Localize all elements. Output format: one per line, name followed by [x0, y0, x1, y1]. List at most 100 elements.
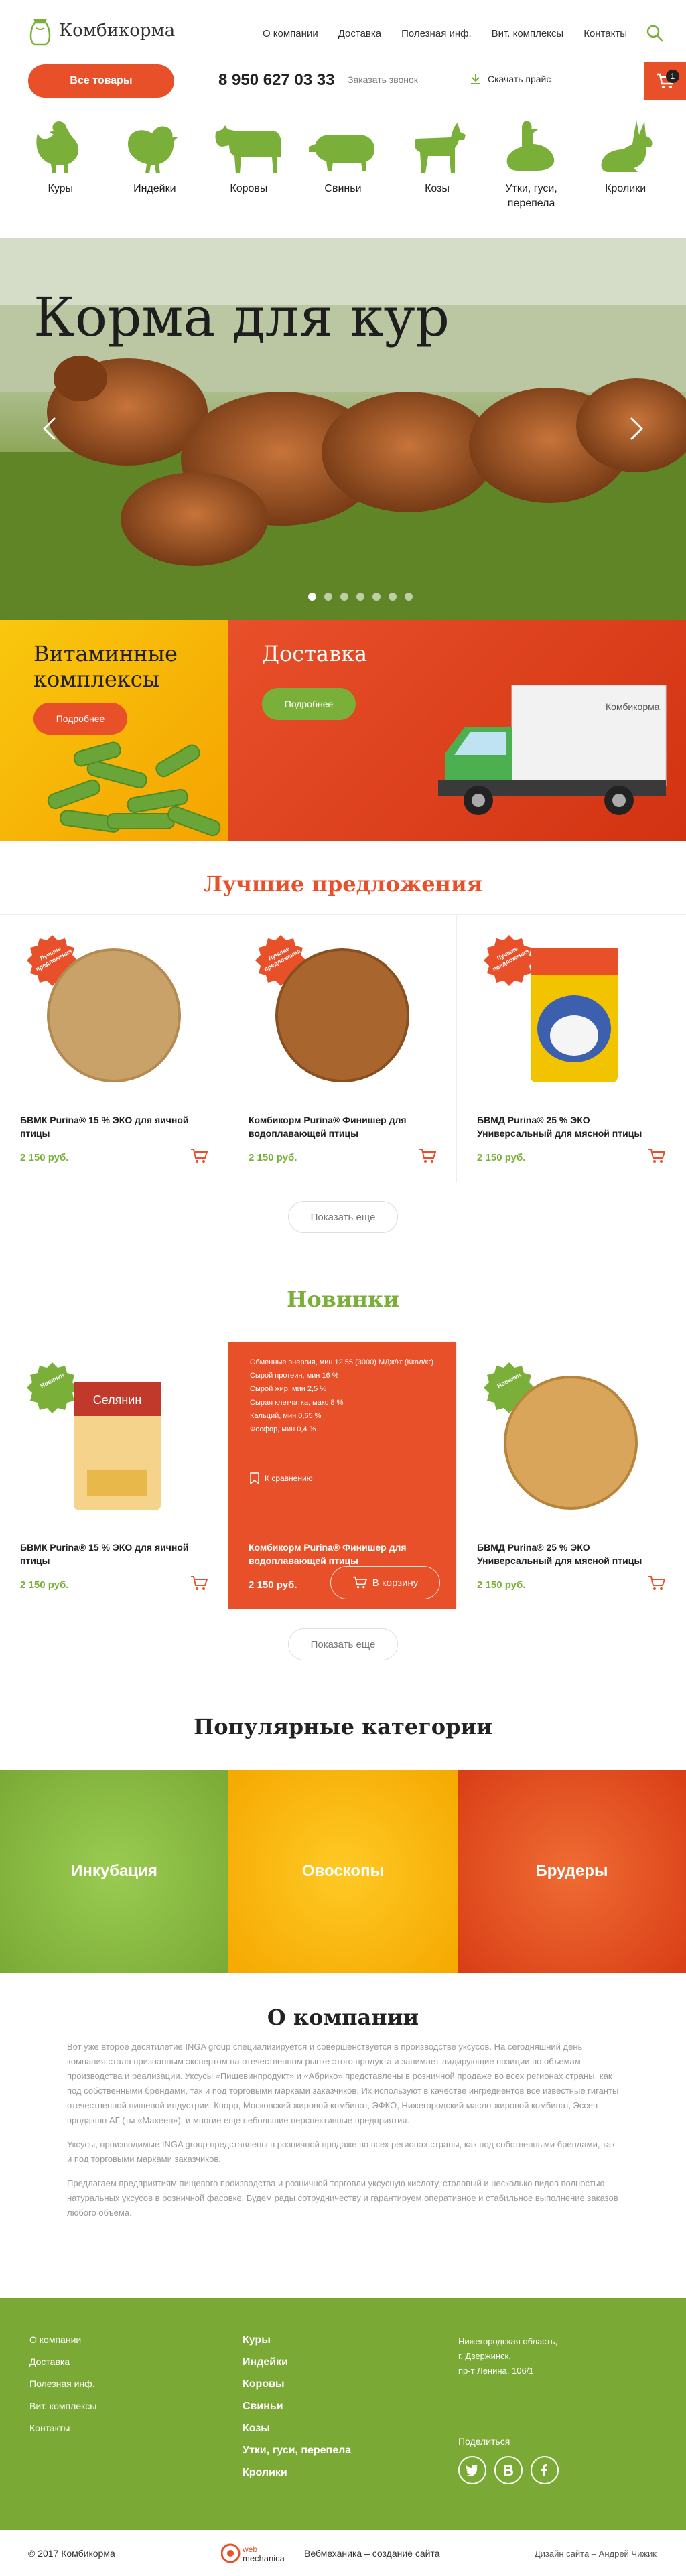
product-name[interactable]: БВМД Purina® 25 % ЭКО Универсальный для … [477, 1541, 651, 1567]
footer-link-useful-info[interactable]: Полезная инф. [29, 2378, 96, 2389]
spec-fat: Сырой жир, мин 2,5 % [250, 1385, 326, 1393]
download-price-link[interactable]: Скачать прайс [469, 72, 551, 86]
add-to-cart-icon[interactable] [190, 1148, 208, 1164]
order-call-link[interactable]: Заказать звонок [348, 74, 418, 85]
slider-dot[interactable] [340, 593, 348, 601]
animal-categories: Куры Индейки Коровы Свиньи Козы Утки, гу… [0, 117, 686, 238]
animal-goat[interactable]: Козы [397, 117, 478, 238]
hero-title: Корма для кур [33, 286, 450, 348]
social-links [458, 2456, 559, 2484]
product-card[interactable]: Новинки БВМД Purina® 25 % ЭКО Универсаль… [457, 1342, 685, 1609]
product-price: 2 150 руб. [477, 1579, 526, 1591]
package-brand-label: Селянин [93, 1393, 142, 1407]
animal-label-pig: Свиньи [324, 183, 362, 194]
news-list: Новинки Селянин БВМК Purina® 15 % ЭКО дл… [0, 1342, 686, 1609]
cow-icon [215, 125, 282, 173]
animal-label-rabbit: Кролики [605, 183, 646, 194]
spec-calcium: Кальций, мин 0,65 % [250, 1412, 322, 1420]
slider-dot[interactable] [389, 593, 397, 601]
slider-dot[interactable] [405, 593, 413, 601]
promo-vitamins-title: Витаминные комплексы [33, 641, 178, 692]
delivery-truck-image: Комбикорма [438, 685, 667, 815]
animal-rabbit[interactable]: Кролики [586, 117, 666, 238]
product-name[interactable]: БВМК Purina® 15 % ЭКО для яичной птицы [20, 1113, 194, 1140]
popular-categories: Инкубация Овоскопы Брудеры [0, 1770, 686, 1973]
footer-cat-turkey[interactable]: Индейки [243, 2356, 351, 2368]
footer-cat-rabbit[interactable]: Кролики [243, 2467, 351, 2479]
add-to-cart-icon[interactable] [419, 1148, 436, 1164]
category-incubation[interactable]: Инкубация [0, 1770, 228, 1973]
footer-cat-duck[interactable]: Утки, гуси, перепела [243, 2445, 351, 2457]
categories-title: Популярные категории [194, 1714, 492, 1739]
nav-vitamin-complexes[interactable]: Вит. комплексы [492, 28, 564, 40]
footer-cat-chicken[interactable]: Куры [243, 2334, 351, 2346]
pellets-image [47, 741, 221, 837]
product-card[interactable]: Лучшие предложения Комбикорм Purina® Фин… [228, 915, 457, 1182]
site-logo[interactable]: Комбикорма [28, 16, 175, 46]
promo-vitamins[interactable]: Витаминные комплексы Подробнее [0, 620, 228, 841]
slider-dot[interactable] [308, 593, 316, 601]
category-ovoscopes[interactable]: Овоскопы [228, 1770, 458, 1973]
slider-prev-arrow-icon[interactable] [40, 415, 60, 442]
copyright-text: © 2017 Комбикорма [28, 2548, 115, 2559]
footer-cat-goat[interactable]: Козы [243, 2423, 351, 2435]
add-to-cart-button[interactable]: В корзину [330, 1566, 440, 1599]
animal-duck[interactable]: Утки, гуси, перепела [491, 117, 571, 238]
promo-delivery-button[interactable]: Подробнее [262, 688, 356, 720]
footer-cat-cow[interactable]: Коровы [243, 2378, 351, 2390]
facebook-icon[interactable] [531, 2456, 559, 2484]
truck-logo-text: Комбикорма [606, 701, 660, 712]
add-to-cart-label: В корзину [372, 1577, 419, 1589]
designer-credit[interactable]: Дизайн сайта – Андрей Чижик [535, 2549, 657, 2559]
product-card[interactable]: Новинки Селянин БВМК Purina® 15 % ЭКО дл… [0, 1342, 228, 1609]
compare-link[interactable]: К сравнению [250, 1472, 313, 1484]
add-to-cart-icon[interactable] [648, 1575, 665, 1591]
product-card-hovered[interactable]: Обменные энергия, мин 12,55 (3000) МДж/к… [228, 1342, 457, 1609]
compare-bookmark-icon [250, 1472, 259, 1484]
footer-cat-pig[interactable]: Свиньи [243, 2401, 351, 2413]
news-show-more-button[interactable]: Показать еще [288, 1628, 398, 1660]
spec-energy: Обменные энергия, мин 12,55 (3000) МДж/к… [250, 1358, 434, 1366]
about-paragraph: Предлагаем предприятиям пищевого произво… [67, 2178, 618, 2218]
nav-delivery[interactable]: Доставка [338, 28, 381, 40]
slider-dot[interactable] [356, 593, 364, 601]
product-name[interactable]: БВМД Purina® 25 % ЭКО Универсальный для … [477, 1113, 651, 1140]
slider-dot[interactable] [324, 593, 332, 601]
hero-banner: Корма для кур [0, 238, 686, 620]
add-to-cart-icon[interactable] [190, 1575, 208, 1591]
all-goods-button[interactable]: Все товары [28, 64, 174, 98]
nav-useful-info[interactable]: Полезная инф. [401, 28, 472, 40]
best-show-more-button[interactable]: Показать еще [288, 1201, 398, 1233]
product-card[interactable]: Лучшие предложения БВМК Purina® 15 % ЭКО… [0, 915, 228, 1182]
footer-link-vitamins[interactable]: Вит. комплексы [29, 2401, 96, 2411]
product-card[interactable]: Лучшие предложения БВМД Purina® 25 % ЭКО… [457, 915, 685, 1182]
animal-chicken[interactable]: Куры [20, 117, 100, 238]
footer-link-about[interactable]: О компании [29, 2334, 96, 2345]
add-to-cart-icon[interactable] [648, 1148, 665, 1164]
cart-button[interactable]: 1 [644, 62, 686, 100]
phone-number[interactable]: 8 950 627 03 33 [218, 71, 335, 90]
developer-text: Вебмеханика – создание сайта [304, 2548, 440, 2559]
slider-dot[interactable] [372, 593, 381, 601]
category-brooders[interactable]: Брудеры [458, 1770, 686, 1973]
animal-turkey[interactable]: Индейки [115, 117, 195, 238]
slider-dots [308, 593, 413, 601]
slider-next-arrow-icon[interactable] [626, 415, 646, 442]
nav-contacts[interactable]: Контакты [584, 28, 627, 40]
product-name[interactable]: Комбикорм Purina® Финишер для водоплаваю… [249, 1113, 423, 1140]
animal-pig[interactable]: Свиньи [303, 117, 383, 238]
nav-about[interactable]: О компании [263, 28, 318, 40]
feed-bag-icon [29, 19, 51, 46]
product-name[interactable]: БВМК Purina® 15 % ЭКО для яичной птицы [20, 1541, 194, 1567]
animal-label-goat: Козы [425, 183, 450, 194]
site-footer: О компании Доставка Полезная инф. Вит. к… [0, 2298, 686, 2530]
developer-link[interactable]: web mechanica Вебмеханика – создание сай… [221, 2542, 439, 2565]
animal-cow[interactable]: Коровы [208, 117, 289, 238]
product-name[interactable]: Комбикорм Purina® Финишер для водоплаваю… [249, 1541, 423, 1567]
twitter-icon[interactable] [458, 2456, 486, 2484]
footer-link-contacts[interactable]: Контакты [29, 2423, 96, 2433]
vk-icon[interactable] [494, 2456, 523, 2484]
footer-link-delivery[interactable]: Доставка [29, 2356, 96, 2367]
search-icon[interactable] [646, 24, 663, 42]
promo-delivery[interactable]: Доставка Подробнее Комбикорма [228, 620, 686, 841]
